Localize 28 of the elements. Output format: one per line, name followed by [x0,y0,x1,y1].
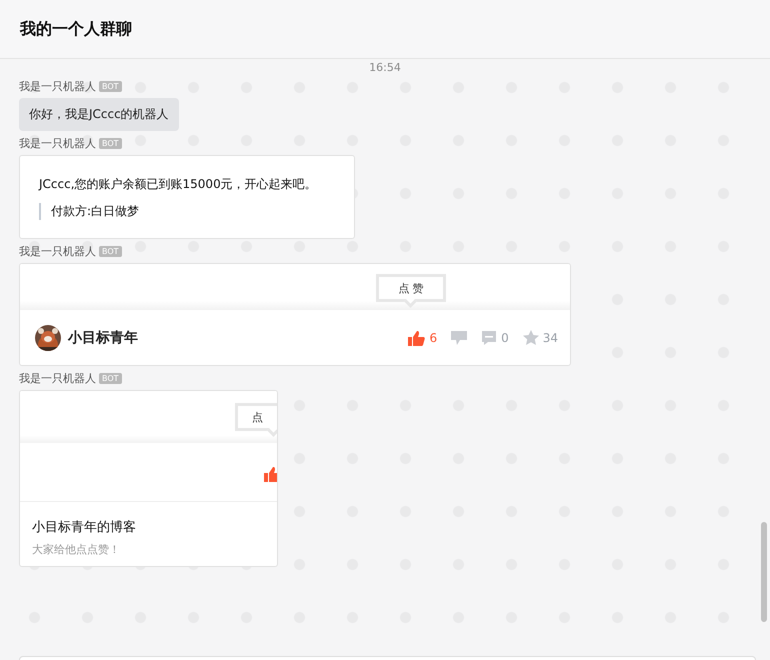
stat-count: 0 [501,331,509,345]
bot-badge: BOT [99,372,122,384]
message-time: 16:54 [368,61,402,74]
tooltip: 点 赞 [376,274,446,310]
comment-icon[interactable] [481,330,498,346]
scrollbar-thumb[interactable] [761,522,767,622]
link-card[interactable]: 点 小目标青年的博客 大家给他点点赞！ [19,390,278,567]
bot-badge: BOT [99,246,122,256]
thumbs-up-icon[interactable] [407,330,426,346]
message-text: JCccc,您的账户余额已到账15000元，开心起来吧。 [39,176,318,193]
sender-name: 我是一只机器人 [19,78,96,94]
thumbs-down-icon[interactable] [451,330,468,346]
chat-title: 我的一个人群聊 [20,18,132,40]
message-bubble: 你好，我是JCccc的机器人 [19,98,179,131]
sender-name: 我是一只机器人 [19,370,96,386]
sender-name: 我是一只机器人 [19,244,96,258]
link-description: 大家给他点点赞！ [32,542,121,557]
bot-badge: BOT [99,80,122,92]
link-title: 小目标青年的博客 [32,519,137,536]
star-icon[interactable] [522,330,539,346]
bot-badge: BOT [99,138,122,148]
stat-count: 6 [429,331,438,345]
quote-text: 付款方:白日做梦 [39,203,335,220]
author-name: 小目标青年 [68,329,138,347]
tooltip: 点 [235,403,277,439]
thumbs-up-icon [263,466,277,482]
sender-name: 我是一只机器人 [19,136,96,150]
stat-count: 34 [542,331,558,345]
